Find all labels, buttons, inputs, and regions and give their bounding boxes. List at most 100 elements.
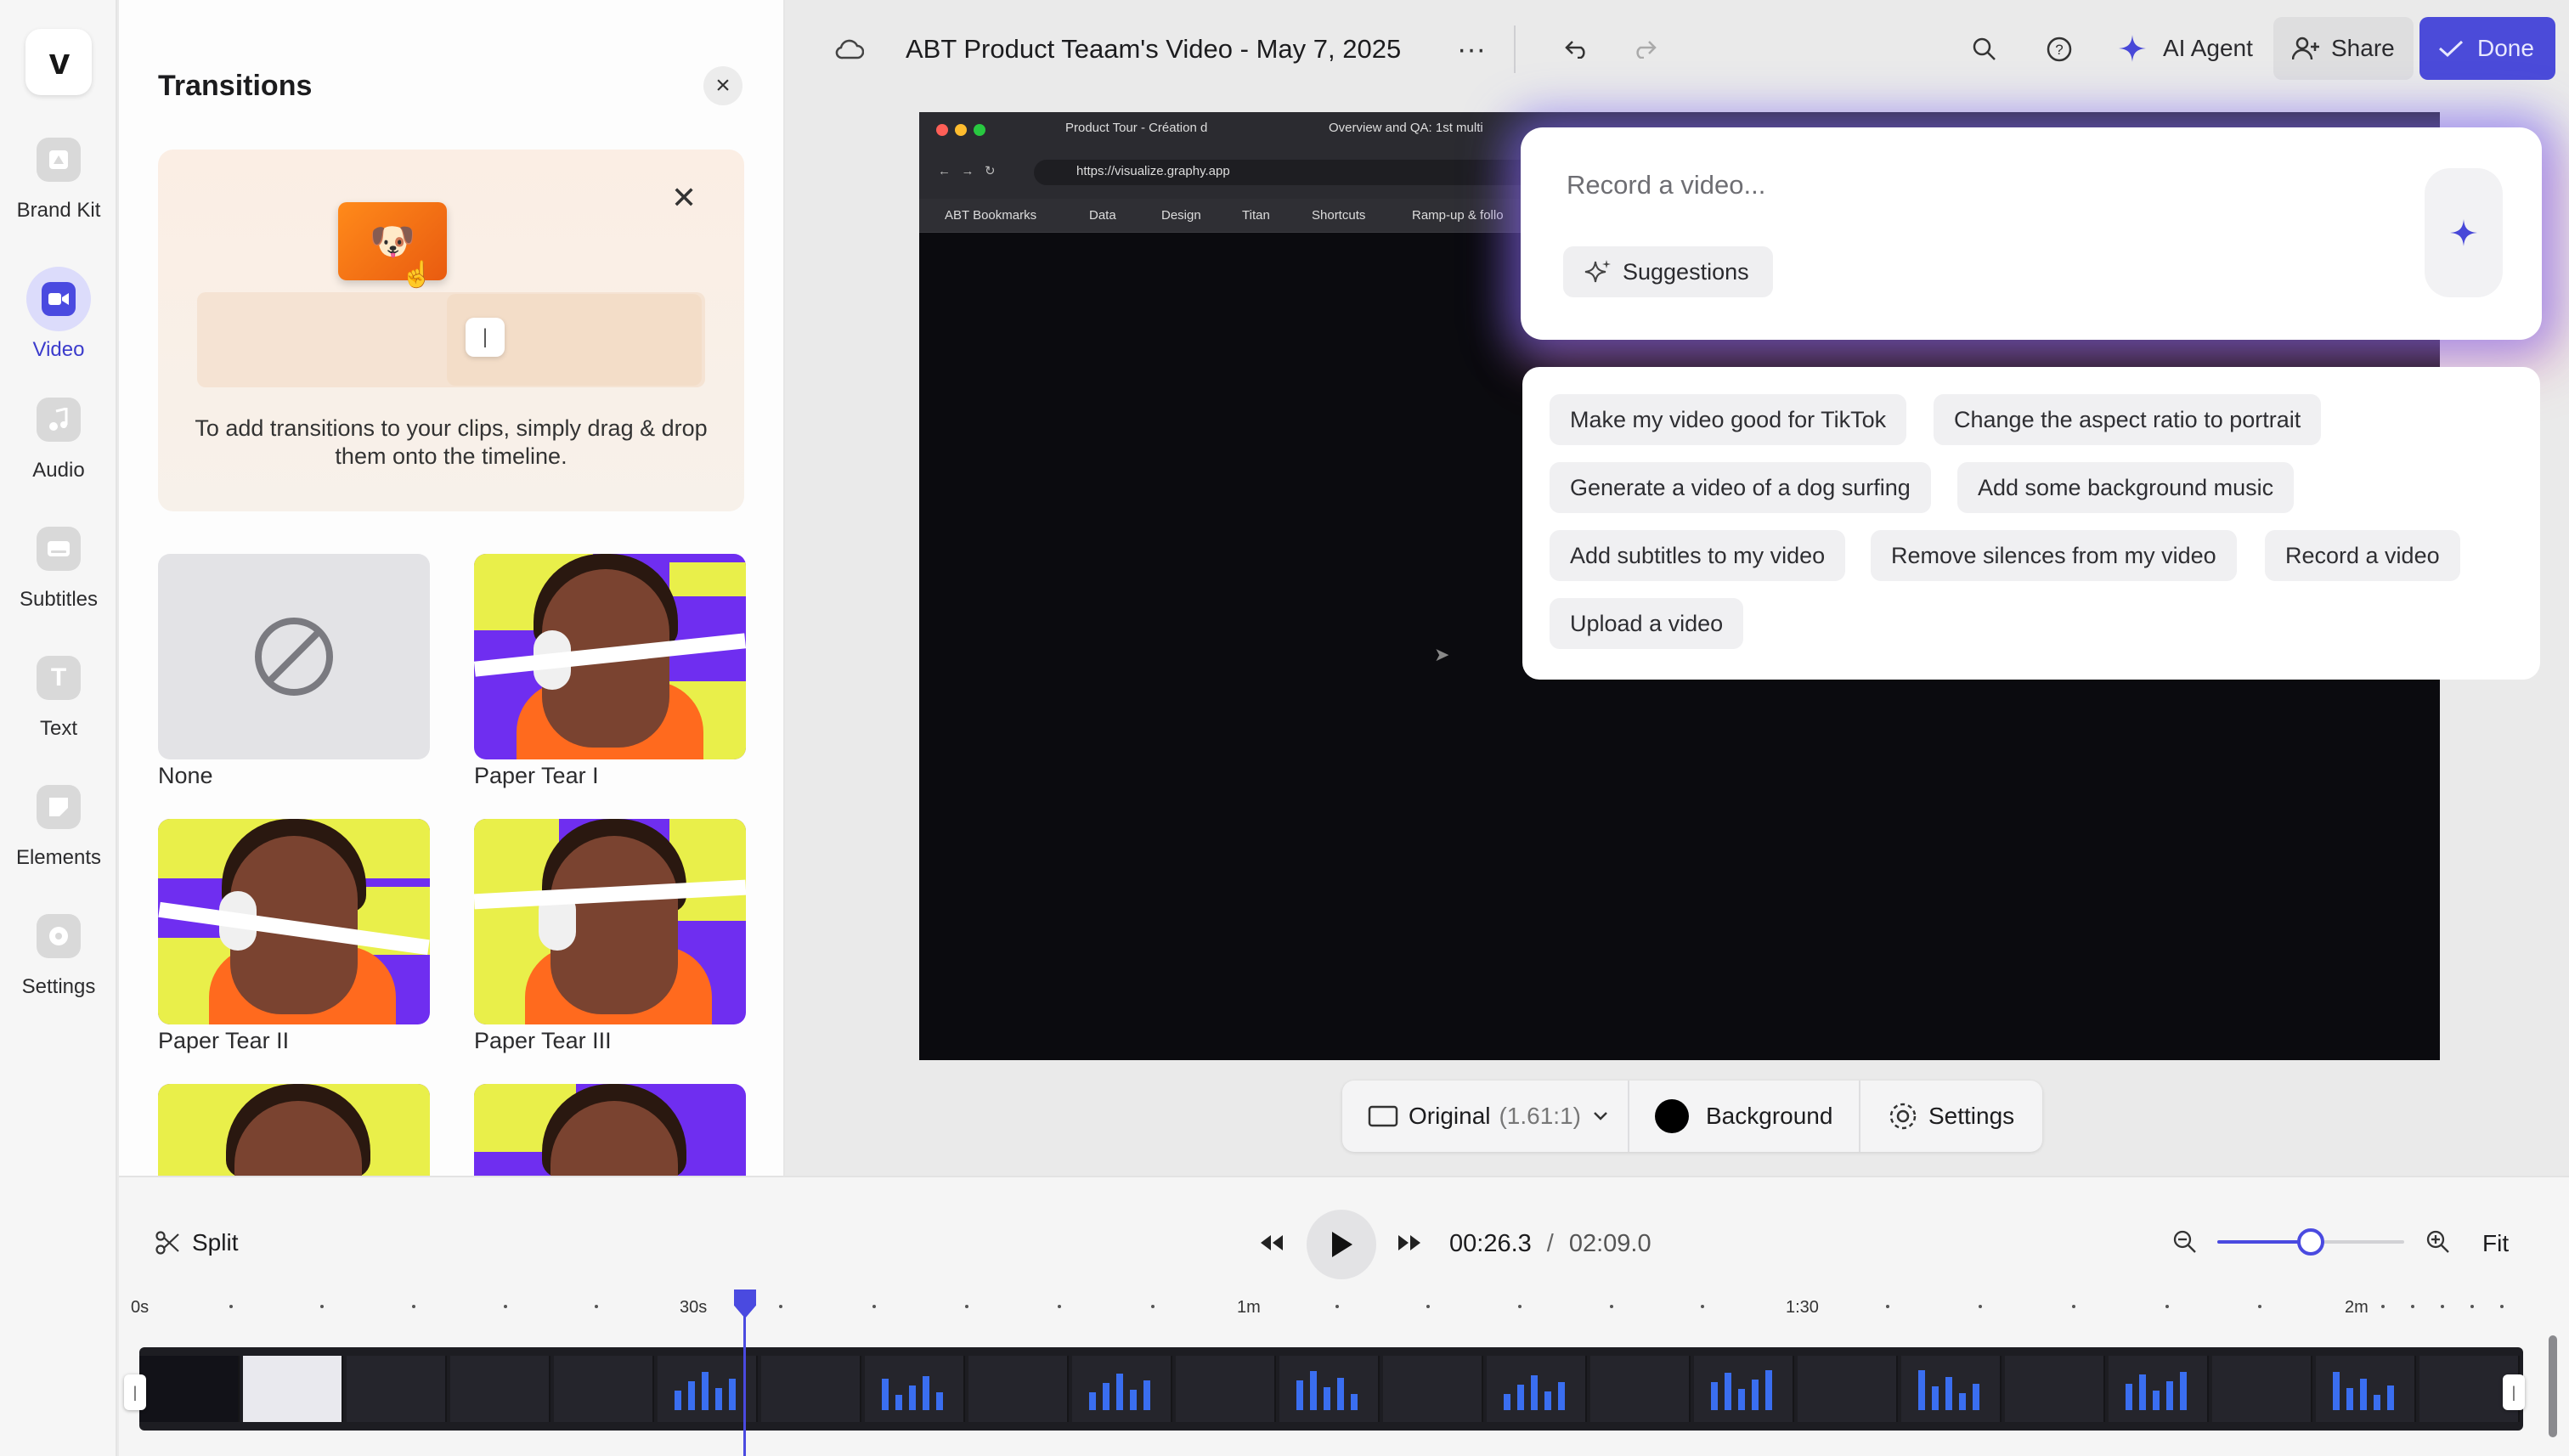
video-clip-track[interactable] [139, 1347, 2523, 1431]
close-panel-button[interactable]: × [703, 66, 742, 105]
suggestion-chip[interactable]: Record a video [2265, 530, 2460, 581]
clip-frame-thumbnail [139, 1356, 240, 1422]
mouse-cursor-icon: ➤ [1434, 644, 1450, 665]
transition-paper-tear-2[interactable] [158, 819, 430, 1024]
ruler-tick [2500, 1305, 2504, 1308]
suggestion-chip[interactable]: Make my video good for TikTok [1550, 394, 1907, 445]
share-button[interactable]: Share [2273, 17, 2414, 80]
ruler-tick [412, 1305, 415, 1308]
suggestions-button[interactable]: Suggestions [1563, 246, 1773, 297]
suggestion-chip[interactable]: Add some background music [1957, 462, 2295, 513]
frame-bar [2374, 1395, 2380, 1410]
zoom-in-button[interactable] [2421, 1225, 2455, 1259]
ai-prompt-box[interactable]: Record a video... Suggestions [1522, 129, 2540, 338]
rail-item-settings[interactable]: Settings [0, 914, 117, 1033]
split-button[interactable]: Split [155, 1223, 238, 1262]
aspect-ratio-dropdown[interactable]: Original (1.61:1) [1368, 1081, 1608, 1152]
frame-bar [2153, 1391, 2160, 1410]
transition-hint-card: 🐶 ☝ | ✕ To add transitions to your clips… [158, 150, 744, 511]
aspect-label: Original [1409, 1103, 1491, 1129]
ai-agent-button[interactable]: AI Agent [2102, 17, 2268, 80]
rewind-button[interactable] [1252, 1223, 1291, 1262]
suggestion-chip[interactable]: Change the aspect ratio to portrait [1934, 394, 2322, 445]
ruler-tick [2381, 1305, 2385, 1308]
transition-thumbnail[interactable] [474, 1084, 746, 1176]
clip-frame-thumbnail [1798, 1356, 1898, 1422]
ruler-tick [1335, 1305, 1339, 1308]
help-icon: ? [2047, 37, 2072, 62]
ruler-tick [1979, 1305, 1982, 1308]
settings-label: Settings [1928, 1103, 2015, 1129]
rail-item-video[interactable]: Video [0, 267, 117, 396]
background-button[interactable]: Background [1655, 1081, 1832, 1152]
clip-frame-thumbnail [2109, 1356, 2209, 1422]
top-bar: ABT Product Teaam's Video - May 7, 2025 … [785, 0, 2569, 99]
time-separator: / [1546, 1229, 1554, 1257]
play-button[interactable] [1307, 1210, 1376, 1279]
frame-bar [2166, 1381, 2173, 1410]
suggestion-chip[interactable]: Remove silences from my video [1871, 530, 2237, 581]
transition-paper-tear-1[interactable] [474, 554, 746, 759]
frame-bar [936, 1392, 943, 1410]
sparkles-icon [1584, 260, 1611, 283]
zoom-out-button[interactable] [2168, 1225, 2202, 1259]
canvas-settings-button[interactable]: Settings [1888, 1081, 2014, 1152]
clip-trim-handle-left[interactable]: | [124, 1374, 146, 1410]
help-button[interactable]: ? [2037, 27, 2081, 71]
undo-button[interactable] [1555, 27, 1599, 71]
suggestion-chip[interactable]: Generate a video of a dog surfing [1550, 462, 1931, 513]
ruler-tick [1886, 1305, 1889, 1308]
left-rail: v Brand Kit Video Audio Subtitles T Text [0, 0, 117, 1456]
frame-bar [2360, 1379, 2367, 1410]
done-label: Done [2477, 35, 2534, 61]
transition-paper-tear-3[interactable] [474, 819, 746, 1024]
rail-item-audio[interactable]: Audio [0, 398, 117, 516]
clip-frame-thumbnail [2005, 1356, 2105, 1422]
fast-forward-button[interactable] [1390, 1223, 1429, 1262]
fit-button[interactable]: Fit [2482, 1227, 2509, 1261]
share-label: Share [2331, 35, 2395, 61]
transition-none[interactable] [158, 554, 430, 759]
redo-button[interactable] [1623, 27, 1667, 71]
background-swatch [1655, 1099, 1689, 1133]
suggestion-chip[interactable]: Add subtitles to my video [1550, 530, 1846, 581]
ruler-tick [2165, 1305, 2169, 1308]
fast-forward-icon [1398, 1235, 1420, 1250]
transition-label: None [158, 763, 213, 788]
rail-item-brand-kit[interactable]: Brand Kit [0, 138, 117, 257]
rail-item-text[interactable]: T Text [0, 656, 117, 775]
background-label: Background [1706, 1103, 1833, 1129]
rewind-icon [1261, 1235, 1283, 1250]
panel-title: Transitions [158, 70, 313, 102]
app-logo[interactable]: v [25, 29, 92, 95]
ruler-tick [1701, 1305, 1704, 1308]
frame-bar [1531, 1375, 1538, 1410]
timeline-scrollbar[interactable] [2549, 1335, 2557, 1437]
rail-item-elements[interactable]: Elements [0, 785, 117, 904]
done-button[interactable]: Done [2419, 17, 2555, 80]
document-title[interactable]: ABT Product Teaam's Video - May 7, 2025 [906, 34, 1401, 65]
rail-label: Settings [21, 975, 96, 998]
sparkle-icon [2450, 219, 2477, 246]
clip-frame-thumbnail [347, 1356, 447, 1422]
frame-bar [715, 1388, 722, 1410]
more-options-button[interactable]: ··· [1449, 27, 1493, 71]
logo-letter: v [48, 41, 71, 82]
elements-icon [37, 785, 81, 829]
ai-prompt-placeholder[interactable]: Record a video... [1567, 170, 1765, 200]
rail-item-subtitles[interactable]: Subtitles [0, 527, 117, 646]
clip-frame-thumbnail [1487, 1356, 1587, 1422]
ai-submit-button[interactable] [2425, 168, 2503, 297]
bookmark: Titan [1242, 208, 1270, 223]
clip-frame-thumbnail [2316, 1356, 2416, 1422]
rail-label: Brand Kit [16, 199, 101, 222]
zoom-slider-track[interactable] [2217, 1228, 2404, 1256]
clip-trim-handle-right[interactable]: | [2503, 1374, 2525, 1410]
search-button[interactable] [1962, 27, 2007, 71]
transition-thumbnail[interactable] [158, 1084, 430, 1176]
bookmark: ABT Bookmarks [945, 208, 1037, 223]
dismiss-hint-button[interactable]: ✕ [671, 180, 697, 216]
frame-bar [1959, 1393, 1966, 1410]
suggestion-chip[interactable]: Upload a video [1550, 598, 1744, 649]
zoom-slider-thumb[interactable] [2297, 1228, 2324, 1256]
